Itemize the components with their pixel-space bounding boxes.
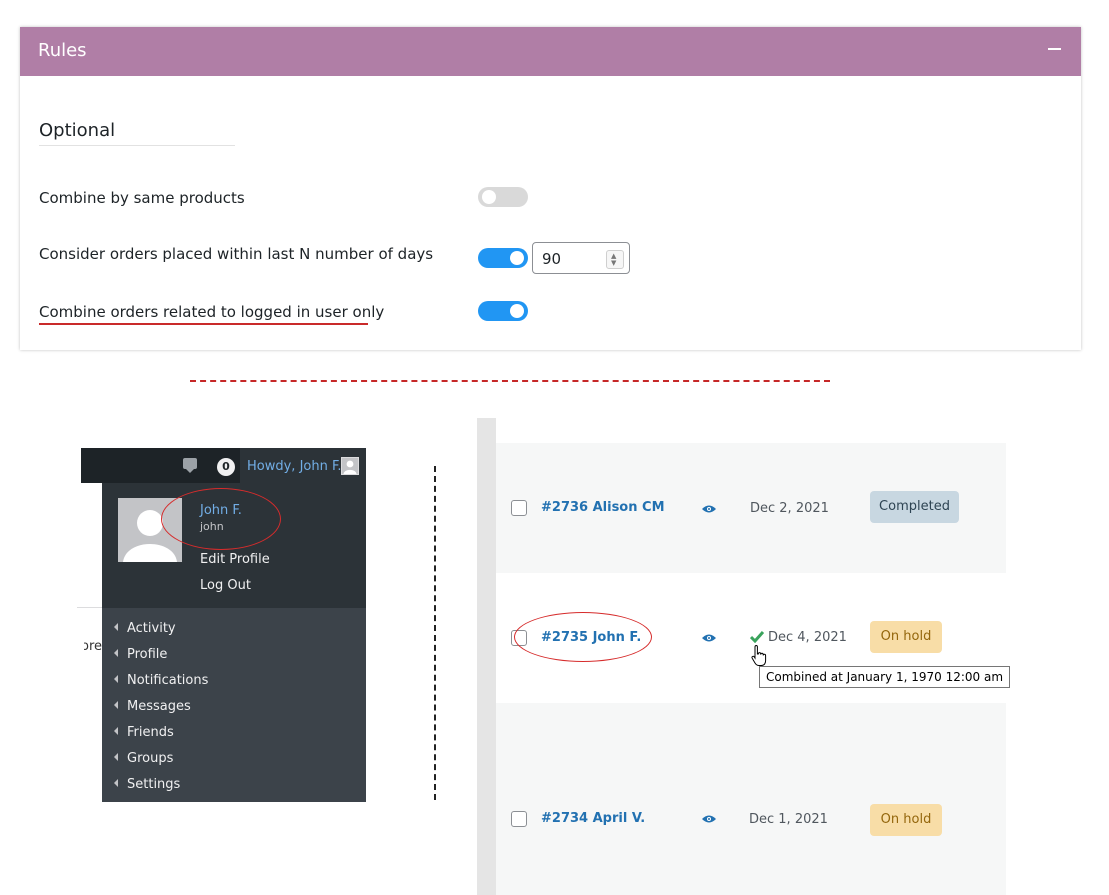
menu-item-label: Notifications <box>127 673 209 688</box>
combined-tooltip: Combined at January 1, 1970 12:00 am <box>759 666 1011 688</box>
logged-in-user-only-toggle[interactable] <box>478 301 528 321</box>
menu-item-profile[interactable]: Profile <box>114 647 167 662</box>
order-date: Dec 1, 2021 <box>749 812 828 827</box>
rules-panel: Rules Optional Combine by same products … <box>20 27 1081 350</box>
page-background-strip: ore <box>84 608 102 802</box>
last-n-days-toggle[interactable] <box>478 248 528 268</box>
menu-item-label: Messages <box>127 699 191 714</box>
menu-item-label: Settings <box>127 777 181 792</box>
menu-item-activity[interactable]: Activity <box>114 621 176 636</box>
caret-left-icon <box>114 779 118 787</box>
background-text: ore <box>84 639 102 654</box>
order-link[interactable]: #2736 Alison CM <box>541 500 665 515</box>
caret-left-icon <box>114 753 118 761</box>
combined-check-icon[interactable] <box>750 631 764 643</box>
howdy-greeting[interactable]: Howdy, John F. <box>247 459 342 474</box>
row-checkbox[interactable] <box>511 811 527 827</box>
menu-item-label: Activity <box>127 621 176 636</box>
row-checkbox[interactable] <box>511 500 527 516</box>
my-account-menu[interactable]: Howdy, John F. <box>240 448 366 483</box>
menu-item-groups[interactable]: Groups <box>114 751 173 766</box>
dashed-divider-vertical <box>434 466 436 800</box>
status-badge: On hold <box>870 621 942 653</box>
annotation-underline <box>39 323 368 325</box>
table-row: #2734 April V. Dec 1, 2021 On hold <box>496 703 1006 895</box>
admin-bar: 0 Howdy, John F. <box>81 448 366 483</box>
toggle-knob <box>482 190 496 204</box>
avatar-small[interactable] <box>341 457 359 475</box>
comment-bubble-icon[interactable] <box>183 458 197 473</box>
minus-icon[interactable] <box>1048 48 1061 50</box>
toggle-knob <box>510 251 524 265</box>
status-badge: Completed <box>870 491 959 523</box>
number-spinner[interactable]: ▲ ▼ <box>606 250 624 269</box>
annotation-ellipse-username <box>161 488 281 550</box>
eye-icon[interactable] <box>702 505 716 513</box>
orders-gutter <box>477 418 496 895</box>
menu-item-messages[interactable]: Messages <box>114 699 191 714</box>
days-value: 90 <box>542 250 562 268</box>
menu-item-friends[interactable]: Friends <box>114 725 174 740</box>
combine-same-products-toggle[interactable] <box>478 187 528 207</box>
log-out-link[interactable]: Log Out <box>200 578 251 593</box>
caret-left-icon <box>114 701 118 709</box>
menu-item-label: Friends <box>127 725 174 740</box>
optional-section-title: Optional <box>39 120 116 141</box>
caret-left-icon <box>114 623 118 631</box>
menu-item-notifications[interactable]: Notifications <box>114 673 208 688</box>
section-divider <box>39 145 235 146</box>
menu-item-settings[interactable]: Settings <box>114 777 180 792</box>
caret-left-icon <box>114 727 118 735</box>
caret-left-icon <box>114 675 118 683</box>
logged-in-user-only-label: Combine orders related to logged in user… <box>39 303 385 321</box>
last-n-days-label: Consider orders placed within last N num… <box>39 245 434 263</box>
annotation-ellipse-order <box>514 612 652 662</box>
caret-left-icon <box>114 649 118 657</box>
order-link[interactable]: #2734 April V. <box>541 811 645 826</box>
spinner-down-icon[interactable]: ▼ <box>611 260 616 267</box>
toggle-knob <box>510 304 524 318</box>
rules-title: Rules <box>38 40 87 61</box>
user-submenu: Activity Profile Notifications Messages … <box>102 608 366 802</box>
combine-same-products-label: Combine by same products <box>39 189 245 207</box>
order-date: Dec 2, 2021 <box>750 501 829 516</box>
eye-icon[interactable] <box>702 634 716 642</box>
eye-icon[interactable] <box>702 815 716 823</box>
dashed-divider-horizontal <box>190 380 830 382</box>
rules-panel-header[interactable]: Rules <box>20 27 1081 76</box>
menu-item-label: Profile <box>127 647 168 662</box>
menu-item-label: Groups <box>127 751 174 766</box>
hand-cursor-icon <box>751 645 767 666</box>
edit-profile-link[interactable]: Edit Profile <box>200 552 270 567</box>
notification-count-badge[interactable]: 0 <box>217 458 235 476</box>
days-number-input[interactable]: 90 ▲ ▼ <box>532 242 630 274</box>
table-row: #2736 Alison CM Dec 2, 2021 Completed <box>496 443 1006 573</box>
page-background-strip <box>77 483 103 608</box>
order-date: Dec 4, 2021 <box>768 630 847 645</box>
status-badge: On hold <box>870 804 942 836</box>
